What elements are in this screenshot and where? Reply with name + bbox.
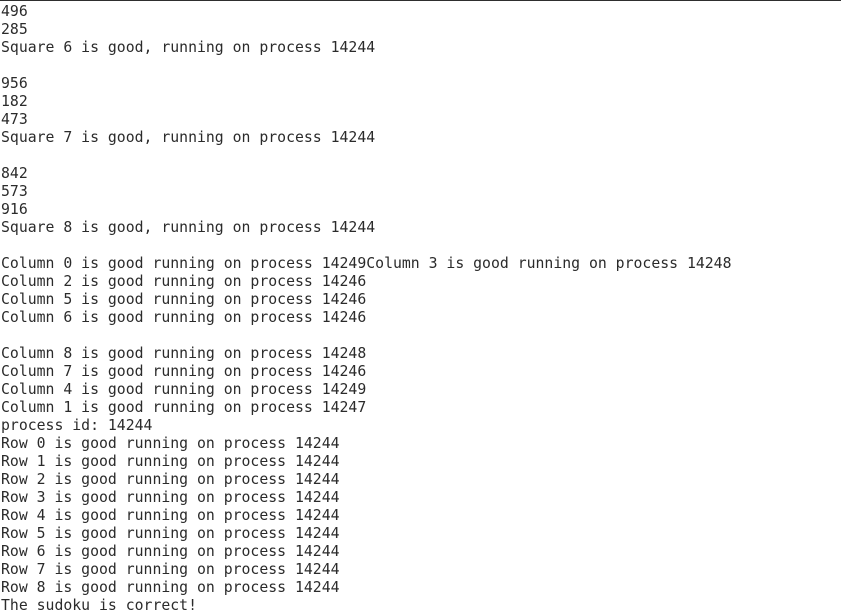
output-line: Square 8 is good, running on process 142… bbox=[1, 219, 376, 236]
output-line: Row 3 is good running on process 14244 bbox=[1, 489, 340, 506]
output-line: Column 5 is good running on process 1424… bbox=[1, 291, 367, 308]
output-line: Row 8 is good running on process 14244 bbox=[1, 579, 340, 596]
output-line: The sudoku is correct! bbox=[1, 597, 197, 614]
output-line: Row 4 is good running on process 14244 bbox=[1, 507, 340, 524]
output-line: Row 5 is good running on process 14244 bbox=[1, 525, 340, 542]
output-line: process id: 14244 bbox=[1, 417, 153, 434]
output-line: Column 7 is good running on process 1424… bbox=[1, 363, 367, 380]
output-line: Row 6 is good running on process 14244 bbox=[1, 543, 340, 560]
output-line: Row 1 is good running on process 14244 bbox=[1, 453, 340, 470]
output-line: Column 2 is good running on process 1424… bbox=[1, 273, 367, 290]
output-line: Row 7 is good running on process 14244 bbox=[1, 561, 340, 578]
terminal-output[interactable]: 496 285 Square 6 is good, running on pro… bbox=[0, 0, 841, 615]
output-line: 285 bbox=[1, 21, 28, 38]
output-line: 573 bbox=[1, 183, 28, 200]
output-line: 496 bbox=[1, 3, 28, 20]
output-line: 956 bbox=[1, 75, 28, 92]
output-line: Square 6 is good, running on process 142… bbox=[1, 39, 376, 56]
output-line: Row 0 is good running on process 14244 bbox=[1, 435, 340, 452]
output-line: Column 6 is good running on process 1424… bbox=[1, 309, 367, 326]
output-line: Column 4 is good running on process 1424… bbox=[1, 381, 367, 398]
output-line: Column 1 is good running on process 1424… bbox=[1, 399, 367, 416]
output-line: 473 bbox=[1, 111, 28, 128]
output-line: 182 bbox=[1, 93, 28, 110]
output-line: Row 2 is good running on process 14244 bbox=[1, 471, 340, 488]
output-line: Square 7 is good, running on process 142… bbox=[1, 129, 376, 146]
output-line: 916 bbox=[1, 201, 28, 218]
output-line: Column 0 is good running on process 1424… bbox=[1, 255, 732, 272]
output-line: Column 8 is good running on process 1424… bbox=[1, 345, 367, 362]
output-line: 842 bbox=[1, 165, 28, 182]
